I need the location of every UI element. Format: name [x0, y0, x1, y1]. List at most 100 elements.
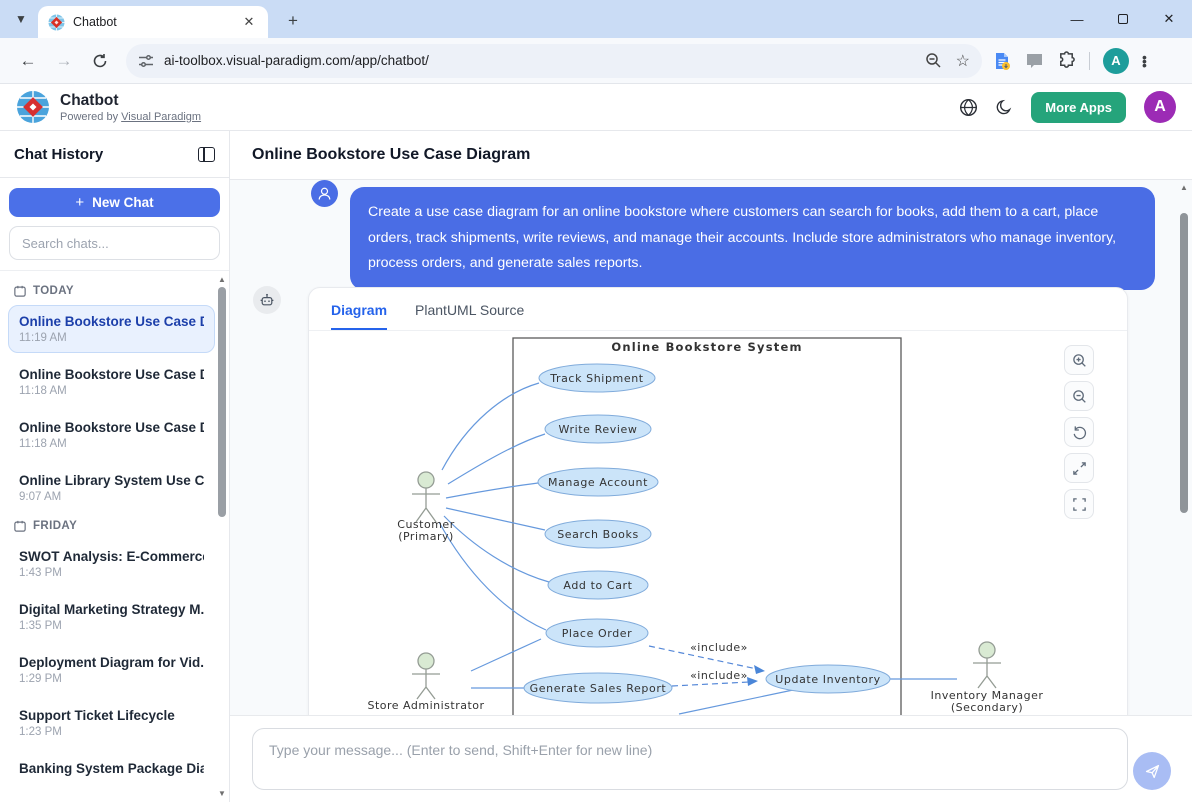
window-maximize-button[interactable] — [1100, 0, 1146, 38]
actor-customer[interactable] — [412, 472, 440, 522]
language-globe-icon[interactable] — [959, 98, 978, 117]
diagram-card: Diagram PlantUML Source Online Bookstore… — [308, 287, 1128, 715]
browser-menu-icon[interactable]: ••• — [1142, 55, 1147, 67]
tab-bar: Diagram PlantUML Source — [309, 288, 1127, 331]
use-case-label[interactable]: Write Review — [559, 423, 638, 436]
chat-list-item[interactable]: Online Bookstore Use Case D... 11:19 AM — [8, 305, 215, 353]
scroll-down-icon[interactable]: ▼ — [218, 789, 226, 798]
calendar-icon — [14, 285, 26, 297]
include-label: «include» — [690, 669, 748, 682]
sidebar-collapse-icon[interactable] — [198, 147, 215, 162]
site-settings-icon[interactable] — [138, 53, 154, 69]
fullscreen-button[interactable] — [1064, 489, 1094, 519]
user-message-avatar — [311, 180, 338, 207]
powered-by: Powered by Visual Paradigm — [60, 111, 201, 123]
search-chats-input[interactable] — [9, 226, 220, 260]
chat-list-item[interactable]: Online Bookstore Use Case D... 11:18 AM — [8, 411, 215, 459]
sidebar-title: Chat History — [14, 146, 103, 163]
use-case-label[interactable]: Track Shipment — [549, 372, 644, 385]
section-friday: FRIDAY — [14, 520, 215, 532]
plus-icon: + — [75, 194, 84, 211]
use-case-label[interactable]: Search Books — [557, 528, 639, 541]
chat-list-item[interactable]: Digital Marketing Strategy M... 1:35 PM — [8, 593, 215, 641]
use-case-label[interactable]: Update Inventory — [775, 673, 880, 686]
actor-stereotype: (Primary) — [398, 530, 454, 543]
robot-icon — [259, 292, 275, 308]
conversation-header: Online Bookstore Use Case Diagram — [230, 131, 1192, 180]
main-panel: Online Bookstore Use Case Diagram Create… — [230, 131, 1192, 802]
scroll-up-icon[interactable]: ▲ — [218, 275, 226, 284]
toolbar-separator — [1089, 52, 1090, 70]
visual-paradigm-logo — [16, 90, 50, 124]
diagram-canvas[interactable]: Online Bookstore System — [309, 331, 1127, 715]
browser-profile-avatar[interactable]: A — [1103, 48, 1129, 74]
zoom-in-button[interactable] — [1064, 345, 1094, 375]
visual-paradigm-link[interactable]: Visual Paradigm — [121, 111, 201, 123]
system-title: Online Bookstore System — [611, 340, 802, 354]
chat-list-item[interactable]: Support Ticket Lifecycle 1:23 PM — [8, 699, 215, 747]
message-composer — [230, 715, 1192, 802]
zoom-out-page-icon[interactable] — [925, 52, 942, 69]
use-case-label[interactable]: Generate Sales Report — [530, 682, 667, 695]
browser-toolbar: ← → ai-toolbox.visual-paradigm.com/app/c… — [0, 38, 1192, 84]
send-button[interactable] — [1133, 752, 1171, 790]
tab-diagram[interactable]: Diagram — [331, 302, 387, 330]
fit-to-screen-button[interactable] — [1064, 453, 1094, 483]
use-case-label[interactable]: Add to Cart — [563, 579, 632, 592]
chat-history-sidebar: Chat History + New Chat TODAY Online Boo… — [0, 131, 230, 802]
scrollbar-thumb[interactable] — [218, 287, 226, 517]
tab-title: Chatbot — [73, 15, 240, 29]
tab-favicon — [48, 14, 65, 31]
window-controls: — ✕ — [1054, 0, 1192, 38]
chat-list-item[interactable]: Online Library System Use C... 9:07 AM — [8, 464, 215, 512]
user-avatar[interactable]: A — [1144, 91, 1176, 123]
back-icon[interactable]: ← — [13, 46, 43, 76]
calendar-icon — [14, 520, 26, 532]
comment-icon[interactable] — [1025, 51, 1044, 70]
address-bar[interactable]: ai-toolbox.visual-paradigm.com/app/chatb… — [126, 44, 982, 78]
sidebar-scrollbar[interactable]: ▲ ▼ — [216, 271, 228, 802]
zoom-out-button[interactable] — [1064, 381, 1094, 411]
actor-label: Store Administrator — [367, 699, 484, 712]
actor-store-administrator[interactable] — [412, 653, 440, 699]
section-today: TODAY — [14, 285, 215, 297]
more-apps-button[interactable]: More Apps — [1031, 92, 1126, 123]
scroll-up-icon[interactable]: ▲ — [1180, 183, 1188, 192]
app-header: Chatbot Powered by Visual Paradigm More … — [0, 84, 1192, 131]
tab-search-chevron-icon[interactable]: ▼ — [8, 6, 34, 32]
diagram-zoom-controls — [1064, 345, 1094, 519]
tab-close-icon[interactable]: ✕ — [240, 13, 258, 31]
window-minimize-button[interactable]: — — [1054, 0, 1100, 38]
extensions-puzzle-icon[interactable] — [1057, 51, 1076, 70]
new-chat-button[interactable]: + New Chat — [9, 188, 220, 217]
url-text[interactable]: ai-toolbox.visual-paradigm.com/app/chatb… — [164, 53, 925, 68]
tab-plantuml-source[interactable]: PlantUML Source — [415, 302, 524, 330]
page-title: Online Bookstore Use Case Diagram — [252, 146, 530, 164]
chat-list-item[interactable]: Deployment Diagram for Vid... 1:29 PM — [8, 646, 215, 694]
actor-stereotype: (Secondary) — [951, 701, 1023, 714]
person-icon — [317, 186, 332, 201]
dark-mode-moon-icon[interactable] — [996, 99, 1013, 116]
chat-list-item[interactable]: Banking System Package Dia... — [8, 752, 215, 785]
chat-list-item[interactable]: SWOT Analysis: E-Commerce... 1:43 PM — [8, 540, 215, 588]
main-scrollbar[interactable]: ▲ — [1178, 180, 1190, 715]
user-message-bubble: Create a use case diagram for an online … — [350, 187, 1155, 290]
actor-inventory-manager[interactable] — [973, 642, 1001, 688]
message-input[interactable] — [252, 728, 1128, 790]
scrollbar-thumb[interactable] — [1180, 213, 1188, 513]
use-case-label[interactable]: Place Order — [562, 627, 633, 640]
chat-list-item[interactable]: Online Bookstore Use Case D... 11:18 AM — [8, 358, 215, 406]
chat-area: Create a use case diagram for an online … — [230, 180, 1192, 715]
assistant-avatar — [253, 286, 281, 314]
bookmark-star-icon[interactable]: ☆ — [956, 51, 970, 71]
paper-plane-icon — [1144, 763, 1161, 780]
window-close-button[interactable]: ✕ — [1146, 0, 1192, 38]
reset-view-button[interactable] — [1064, 417, 1094, 447]
browser-tab[interactable]: Chatbot ✕ — [38, 6, 268, 38]
forward-icon[interactable]: → — [49, 46, 79, 76]
new-tab-button[interactable]: + — [280, 8, 306, 34]
docs-extension-icon[interactable] — [992, 51, 1012, 71]
use-case-label[interactable]: Manage Account — [548, 476, 648, 489]
use-case-diagram: Online Bookstore System — [309, 331, 1127, 715]
reload-icon[interactable] — [85, 46, 115, 76]
